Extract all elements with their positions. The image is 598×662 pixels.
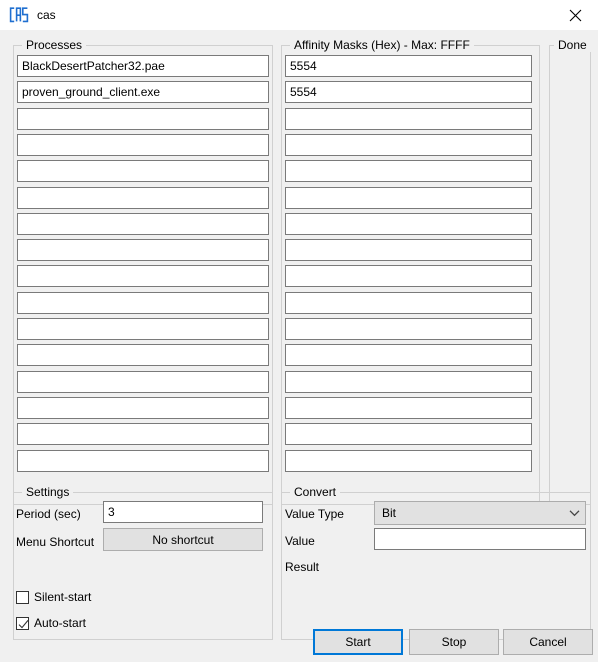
process-input-6[interactable] <box>17 212 269 235</box>
done-group: Done <box>549 38 591 505</box>
settings-group-title: Settings <box>22 485 74 499</box>
process-input-12[interactable] <box>17 370 269 393</box>
process-input-14[interactable] <box>17 423 269 446</box>
auto-start-checkbox[interactable]: Auto-start <box>16 616 86 630</box>
process-input-15[interactable] <box>17 449 269 472</box>
value-type-selected-value: Bit <box>382 506 397 520</box>
chevron-down-icon <box>563 509 585 517</box>
processes-group-title: Processes <box>22 38 87 52</box>
affinity-mask-input-11[interactable] <box>285 344 532 367</box>
affinity-mask-input-14[interactable] <box>285 423 532 446</box>
period-input[interactable] <box>103 501 263 523</box>
result-label: Result <box>285 560 320 574</box>
affinity-mask-input-4[interactable] <box>285 160 532 183</box>
process-input-9[interactable] <box>17 291 269 314</box>
affinity-mask-input-7[interactable] <box>285 239 532 262</box>
menu-shortcut-label: Menu Shortcut <box>16 535 95 549</box>
affinity-mask-input-15[interactable] <box>285 449 532 472</box>
process-input-13[interactable] <box>17 396 269 419</box>
process-input-1[interactable] <box>17 81 269 104</box>
affinity-mask-input-0[interactable] <box>285 55 532 77</box>
affinity-mask-input-12[interactable] <box>285 370 532 393</box>
auto-start-checkbox-box <box>16 616 29 630</box>
cancel-button[interactable]: Cancel <box>503 629 593 655</box>
process-input-5[interactable] <box>17 186 269 209</box>
close-icon <box>569 9 581 21</box>
value-label: Value <box>285 534 315 548</box>
affinity-masks-group-title: Affinity Masks (Hex) - Max: FFFF <box>290 38 474 52</box>
value-type-select[interactable]: Bit <box>374 501 586 525</box>
affinity-mask-input-5[interactable] <box>285 186 532 209</box>
affinity-mask-input-10[interactable] <box>285 318 532 340</box>
affinity-mask-input-13[interactable] <box>285 396 532 419</box>
checkmark-icon <box>18 619 29 628</box>
process-input-0[interactable] <box>17 55 269 77</box>
convert-group-title: Convert <box>290 485 341 499</box>
process-input-7[interactable] <box>17 239 269 262</box>
client-area: Processes Affinity Masks (Hex) - Max: FF… <box>0 30 598 662</box>
menu-shortcut-button[interactable]: No shortcut <box>103 528 263 551</box>
silent-start-checkbox-box <box>16 590 29 604</box>
close-button[interactable] <box>552 0 598 30</box>
process-input-8[interactable] <box>17 265 269 288</box>
affinity-mask-input-3[interactable] <box>285 133 532 156</box>
value-input[interactable] <box>374 528 586 550</box>
affinity-mask-input-1[interactable] <box>285 81 532 104</box>
affinity-mask-input-9[interactable] <box>285 291 532 314</box>
process-input-11[interactable] <box>17 344 269 367</box>
stop-button[interactable]: Stop <box>409 629 499 655</box>
start-button[interactable]: Start <box>313 629 403 655</box>
period-label: Period (sec) <box>16 507 81 521</box>
window-title: cas <box>37 8 56 22</box>
value-type-label: Value Type <box>285 507 344 521</box>
done-group-title: Done <box>554 38 591 52</box>
affinity-mask-input-2[interactable] <box>285 107 532 130</box>
process-input-2[interactable] <box>17 107 269 130</box>
process-input-4[interactable] <box>17 160 269 183</box>
cas-logo-icon <box>9 7 29 23</box>
silent-start-checkbox[interactable]: Silent-start <box>16 590 91 604</box>
application-window: cas Processes Affinity Masks (Hex) - Max… <box>0 0 598 662</box>
auto-start-label: Auto-start <box>34 616 87 630</box>
title-bar: cas <box>0 0 598 30</box>
affinity-mask-input-8[interactable] <box>285 265 532 288</box>
process-input-10[interactable] <box>17 318 269 340</box>
silent-start-label: Silent-start <box>34 590 92 604</box>
process-input-3[interactable] <box>17 133 269 156</box>
affinity-mask-input-6[interactable] <box>285 212 532 235</box>
